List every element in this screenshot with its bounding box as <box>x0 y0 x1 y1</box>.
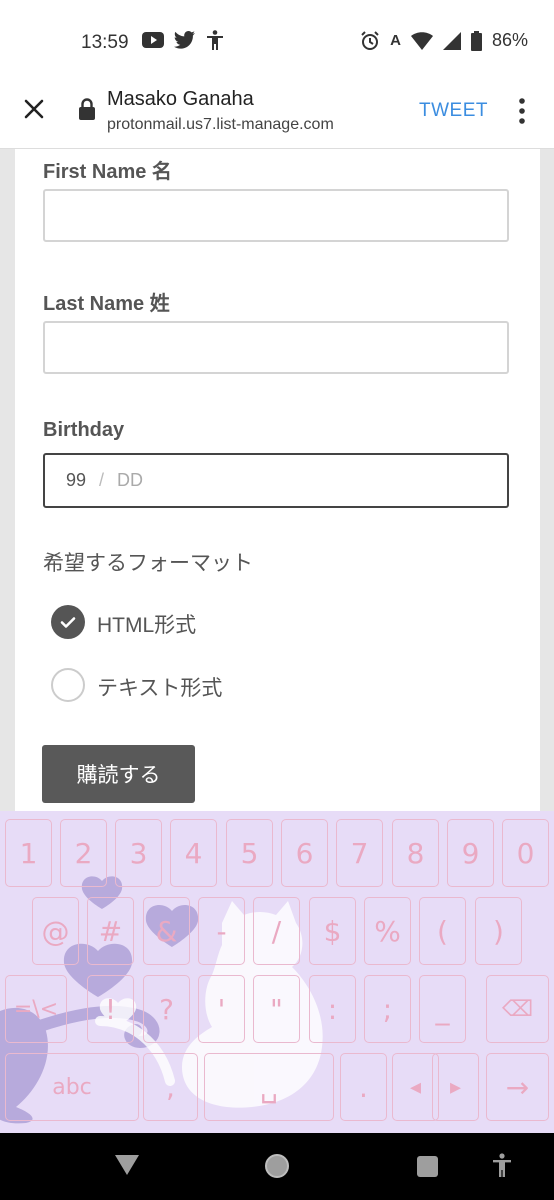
tweet-button[interactable]: TWEET <box>419 100 488 122</box>
key-colon[interactable]: : <box>309 975 356 1043</box>
back-icon[interactable] <box>115 1155 139 1175</box>
alarm-icon <box>361 30 379 50</box>
key-7[interactable]: 7 <box>336 819 383 887</box>
key-open-paren[interactable]: ( <box>419 897 466 965</box>
close-icon[interactable] <box>20 95 48 123</box>
key-dollar[interactable]: $ <box>309 897 356 965</box>
first-name-label: First Name 名 <box>43 161 172 183</box>
key-slash[interactable]: / <box>253 897 300 965</box>
key-5[interactable]: 5 <box>226 819 273 887</box>
key-hash[interactable]: # <box>87 897 134 965</box>
page-title: Masako Ganaha <box>107 88 254 110</box>
battery-icon <box>470 30 482 51</box>
html-format-label[interactable]: HTML形式 <box>97 609 196 639</box>
subscribe-button[interactable]: 購読する <box>42 745 195 803</box>
key-percent[interactable]: % <box>364 897 411 965</box>
system-nav-bar <box>0 1133 554 1200</box>
page-gutter-right <box>539 149 554 811</box>
youtube-icon <box>142 32 164 48</box>
key-close-paren[interactable]: ) <box>475 897 522 965</box>
key-semicolon[interactable]: ; <box>364 975 411 1043</box>
key-8[interactable]: 8 <box>392 819 439 887</box>
page-gutter-left <box>0 149 15 811</box>
key-comma[interactable]: , <box>143 1053 198 1121</box>
html-format-radio[interactable] <box>51 605 85 639</box>
format-label: 希望するフォーマット <box>43 552 253 575</box>
status-time: 13:59 <box>81 32 129 53</box>
keyboard-indicator: A <box>390 32 401 49</box>
lock-icon <box>79 98 95 120</box>
key-dash[interactable]: - <box>198 897 245 965</box>
key-0[interactable]: 0 <box>502 819 549 887</box>
key-quote[interactable]: " <box>253 975 300 1043</box>
key-4[interactable]: 4 <box>170 819 217 887</box>
twitter-icon <box>174 31 195 49</box>
status-bar: 13:59 A 86% <box>0 0 554 80</box>
wifi-icon <box>410 31 433 50</box>
birthday-month-input[interactable]: 99 <box>66 470 86 491</box>
birthday-field[interactable]: 99 / DD <box>43 453 509 508</box>
key-more-symbols[interactable]: =\< <box>5 975 67 1043</box>
key-6[interactable]: 6 <box>281 819 328 887</box>
key-enter[interactable]: → <box>486 1053 549 1121</box>
more-options-icon[interactable] <box>518 98 526 124</box>
key-1[interactable]: 1 <box>5 819 52 887</box>
key-at[interactable]: @ <box>32 897 79 965</box>
key-cursor-right[interactable]: ▸ <box>432 1053 479 1121</box>
system-icons: A 86% <box>360 30 528 51</box>
key-9[interactable]: 9 <box>447 819 494 887</box>
key-question[interactable]: ? <box>143 975 190 1043</box>
key-abc[interactable]: abc <box>5 1053 139 1121</box>
key-space[interactable]: ␣ <box>204 1053 334 1121</box>
key-backspace[interactable]: ⌫ <box>486 975 549 1043</box>
recents-icon[interactable] <box>417 1156 438 1177</box>
birthday-day-input[interactable]: DD <box>117 470 143 491</box>
last-name-label: Last Name 姓 <box>43 293 170 315</box>
key-exclamation[interactable]: ! <box>87 975 134 1043</box>
key-apostrophe[interactable]: ' <box>198 975 245 1043</box>
birthday-separator: / <box>99 470 105 490</box>
key-ampersand[interactable]: & <box>143 897 190 965</box>
first-name-field[interactable] <box>43 189 509 242</box>
checkmark-icon <box>60 617 76 628</box>
soft-keyboard: 1 2 3 4 5 6 7 8 9 0 @ # & - / $ % ( ) =\… <box>0 811 554 1133</box>
home-icon[interactable] <box>264 1153 290 1179</box>
accessibility-icon <box>207 30 223 50</box>
text-format-radio[interactable] <box>51 668 85 702</box>
birthday-label: Birthday <box>43 419 125 441</box>
signal-icon <box>442 31 461 50</box>
page-url: protonmail.us7.list-manage.com <box>107 116 334 133</box>
text-format-label[interactable]: テキスト形式 <box>97 672 222 702</box>
key-2[interactable]: 2 <box>60 819 107 887</box>
accessibility-icon[interactable] <box>492 1153 512 1177</box>
key-underscore[interactable]: _ <box>419 975 466 1043</box>
custom-tab-toolbar: Masako Ganaha protonmail.us7.list-manage… <box>0 80 554 149</box>
notification-icons <box>142 30 224 50</box>
key-period[interactable]: . <box>340 1053 387 1121</box>
last-name-field[interactable] <box>43 321 509 374</box>
battery-percent: 86% <box>491 30 528 50</box>
key-3[interactable]: 3 <box>115 819 162 887</box>
